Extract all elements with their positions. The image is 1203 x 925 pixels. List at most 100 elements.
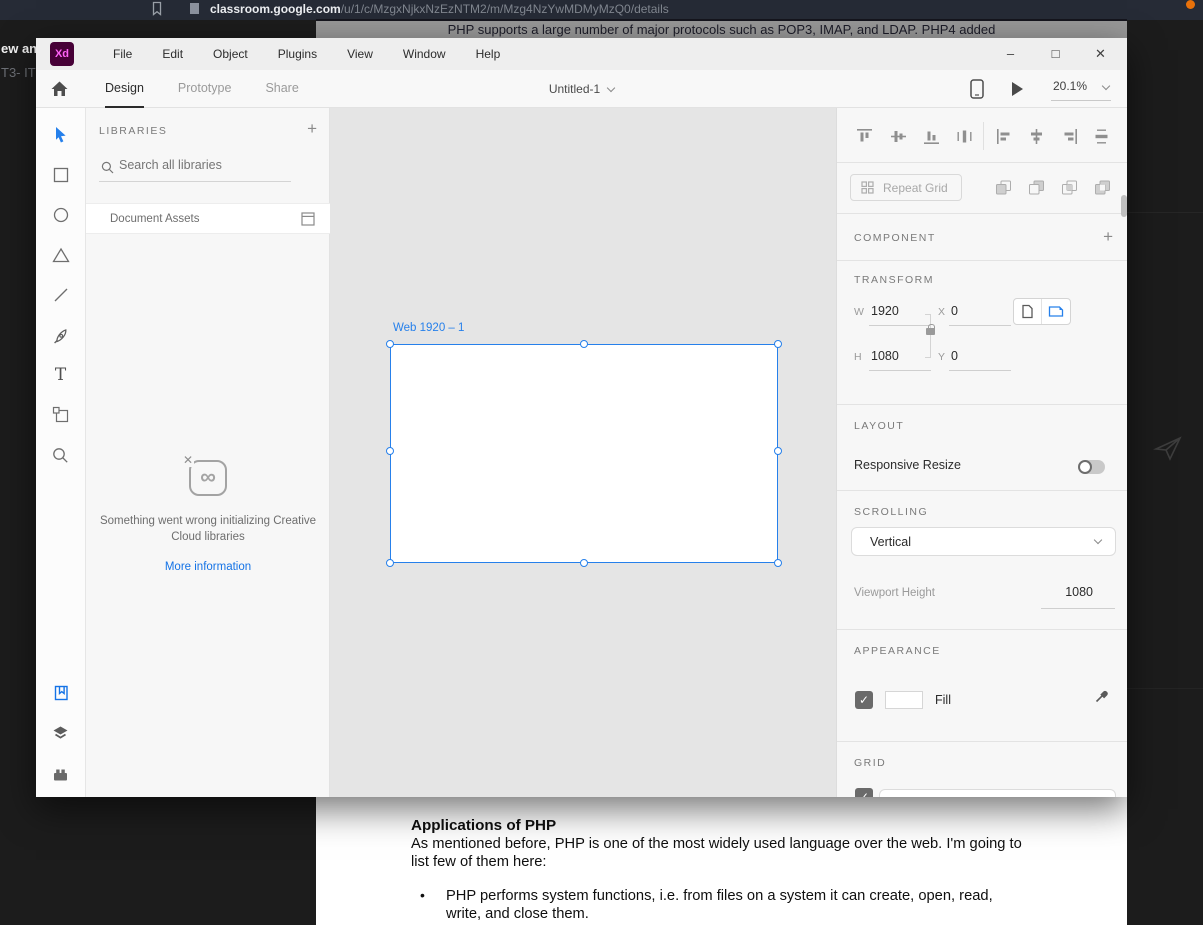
infinity-glyph: ∞ — [191, 462, 225, 492]
bookmark-icon[interactable] — [150, 1, 164, 16]
zoom-level-control[interactable]: 20.1% — [1051, 76, 1111, 101]
open-panel-icon[interactable] — [301, 212, 315, 226]
device-preview-icon[interactable] — [970, 79, 984, 99]
document-page: Applications of PHP As mentioned before,… — [316, 797, 1127, 925]
fill-color-swatch[interactable] — [885, 691, 923, 709]
repeat-grid-icon — [861, 181, 874, 194]
menu-plugins[interactable]: Plugins — [263, 47, 332, 61]
eyedropper-icon[interactable] — [1094, 688, 1110, 704]
portrait-orientation-button[interactable] — [1014, 299, 1042, 324]
line-tool[interactable] — [36, 275, 85, 315]
page-security-icon[interactable] — [190, 3, 199, 14]
divider — [925, 357, 931, 358]
tool-strip: T — [36, 108, 86, 797]
align-middle-icon[interactable] — [890, 128, 907, 145]
libraries-header: LIBRARIES — [99, 125, 167, 137]
divider — [99, 181, 291, 182]
height-field[interactable]: 1080 — [871, 349, 899, 363]
chevron-down-icon — [1102, 82, 1110, 90]
more-information-link[interactable]: More information — [86, 561, 330, 573]
maximize-button[interactable]: □ — [1033, 38, 1078, 70]
play-preview-icon[interactable] — [1012, 82, 1023, 96]
align-left-icon[interactable] — [996, 128, 1013, 145]
browser-extension-icon[interactable] — [1186, 0, 1195, 9]
libraries-panel-icon[interactable] — [36, 673, 85, 713]
resize-handle-mid-left[interactable] — [386, 447, 394, 455]
resize-handle-top-left[interactable] — [386, 340, 394, 348]
align-bottom-icon[interactable] — [923, 128, 940, 145]
add-library-button[interactable]: + — [307, 119, 317, 139]
menu-edit[interactable]: Edit — [147, 47, 198, 61]
divider — [949, 325, 1011, 326]
artboard-tool[interactable] — [36, 394, 85, 434]
canvas[interactable]: Web 1920 – 1 — [330, 108, 836, 797]
layout-header: LAYOUT — [854, 420, 904, 432]
align-center-icon[interactable] — [1028, 128, 1045, 145]
align-right-icon[interactable] — [1061, 128, 1078, 145]
toolbar-right-controls: 20.1% — [970, 70, 1111, 107]
scrolling-mode-value: Vertical — [870, 535, 911, 549]
repeat-grid-label: Repeat Grid — [883, 181, 948, 195]
search-input[interactable] — [119, 158, 289, 172]
polygon-tool[interactable] — [36, 235, 85, 275]
viewport-height-field[interactable]: 1080 — [1065, 585, 1093, 599]
zoom-tool[interactable] — [36, 435, 85, 475]
divider — [837, 629, 1127, 630]
select-tool[interactable] — [36, 115, 85, 155]
distribute-horizontal-icon[interactable] — [956, 128, 973, 145]
boolean-subtract-icon[interactable] — [1028, 179, 1045, 196]
resize-handle-bottom-left[interactable] — [386, 559, 394, 567]
divider — [869, 325, 931, 326]
menu-help[interactable]: Help — [461, 47, 516, 61]
y-field[interactable]: 0 — [951, 349, 958, 363]
artboard[interactable] — [390, 344, 778, 563]
menu-object[interactable]: Object — [198, 47, 263, 61]
orientation-toggle — [1013, 298, 1071, 325]
scrolling-mode-dropdown[interactable]: Vertical — [851, 527, 1116, 556]
background-text-fragment: T3- IT — [1, 65, 36, 80]
pen-tool[interactable] — [36, 315, 85, 355]
resize-handle-mid-right[interactable] — [774, 447, 782, 455]
document-bullet-text: PHP performs system functions, i.e. from… — [446, 888, 994, 923]
menu-file[interactable]: File — [98, 47, 147, 61]
plugins-panel-icon[interactable] — [36, 753, 85, 793]
repeat-grid-button[interactable]: Repeat Grid — [850, 174, 962, 201]
width-field[interactable]: 1920 — [871, 304, 899, 318]
close-button[interactable]: ✕ — [1078, 38, 1123, 70]
grid-type-dropdown[interactable] — [879, 789, 1116, 797]
document-assets-row[interactable]: Document Assets — [86, 203, 330, 234]
artboard-label[interactable]: Web 1920 – 1 — [393, 322, 464, 334]
fill-checkbox[interactable]: ✓ — [855, 691, 873, 709]
landscape-orientation-button[interactable] — [1042, 299, 1070, 324]
distribute-vertical-icon[interactable] — [1093, 128, 1110, 145]
boolean-add-icon[interactable] — [995, 179, 1012, 196]
align-top-icon[interactable] — [856, 128, 873, 145]
layers-panel-icon[interactable] — [36, 713, 85, 753]
x-field[interactable]: 0 — [951, 304, 958, 318]
resize-handle-bottom-center[interactable] — [580, 559, 588, 567]
minimize-button[interactable]: – — [988, 38, 1033, 70]
lock-aspect-icon[interactable] — [926, 328, 936, 336]
ellipse-tool[interactable] — [36, 195, 85, 235]
add-component-button[interactable]: + — [1103, 227, 1113, 247]
resize-handle-top-center[interactable] — [580, 340, 588, 348]
error-x-icon: ✕ — [182, 453, 194, 467]
url-text[interactable]: classroom.google.com/u/1/c/MzgxNjkxNzEzN… — [210, 2, 669, 16]
xd-window: Xd File Edit Object Plugins View Window … — [36, 38, 1127, 797]
grid-checkbox[interactable]: ✓ — [855, 788, 873, 797]
width-label: W — [854, 306, 864, 318]
text-tool[interactable]: T — [36, 355, 85, 395]
send-icon[interactable] — [1150, 430, 1186, 466]
resize-handle-top-right[interactable] — [774, 340, 782, 348]
divider — [869, 370, 931, 371]
browser-address-bar[interactable]: classroom.google.com/u/1/c/MzgxNjkxNzEzN… — [0, 0, 1203, 20]
resize-handle-bottom-right[interactable] — [774, 559, 782, 567]
boolean-exclude-icon[interactable] — [1094, 179, 1111, 196]
boolean-intersect-icon[interactable] — [1061, 179, 1078, 196]
panel-scrollbar[interactable] — [1121, 195, 1127, 217]
responsive-resize-toggle[interactable] — [1079, 460, 1105, 474]
rectangle-tool[interactable] — [36, 155, 85, 195]
menu-view[interactable]: View — [332, 47, 388, 61]
document-title[interactable]: Untitled-1 — [36, 70, 1127, 108]
menu-window[interactable]: Window — [388, 47, 461, 61]
